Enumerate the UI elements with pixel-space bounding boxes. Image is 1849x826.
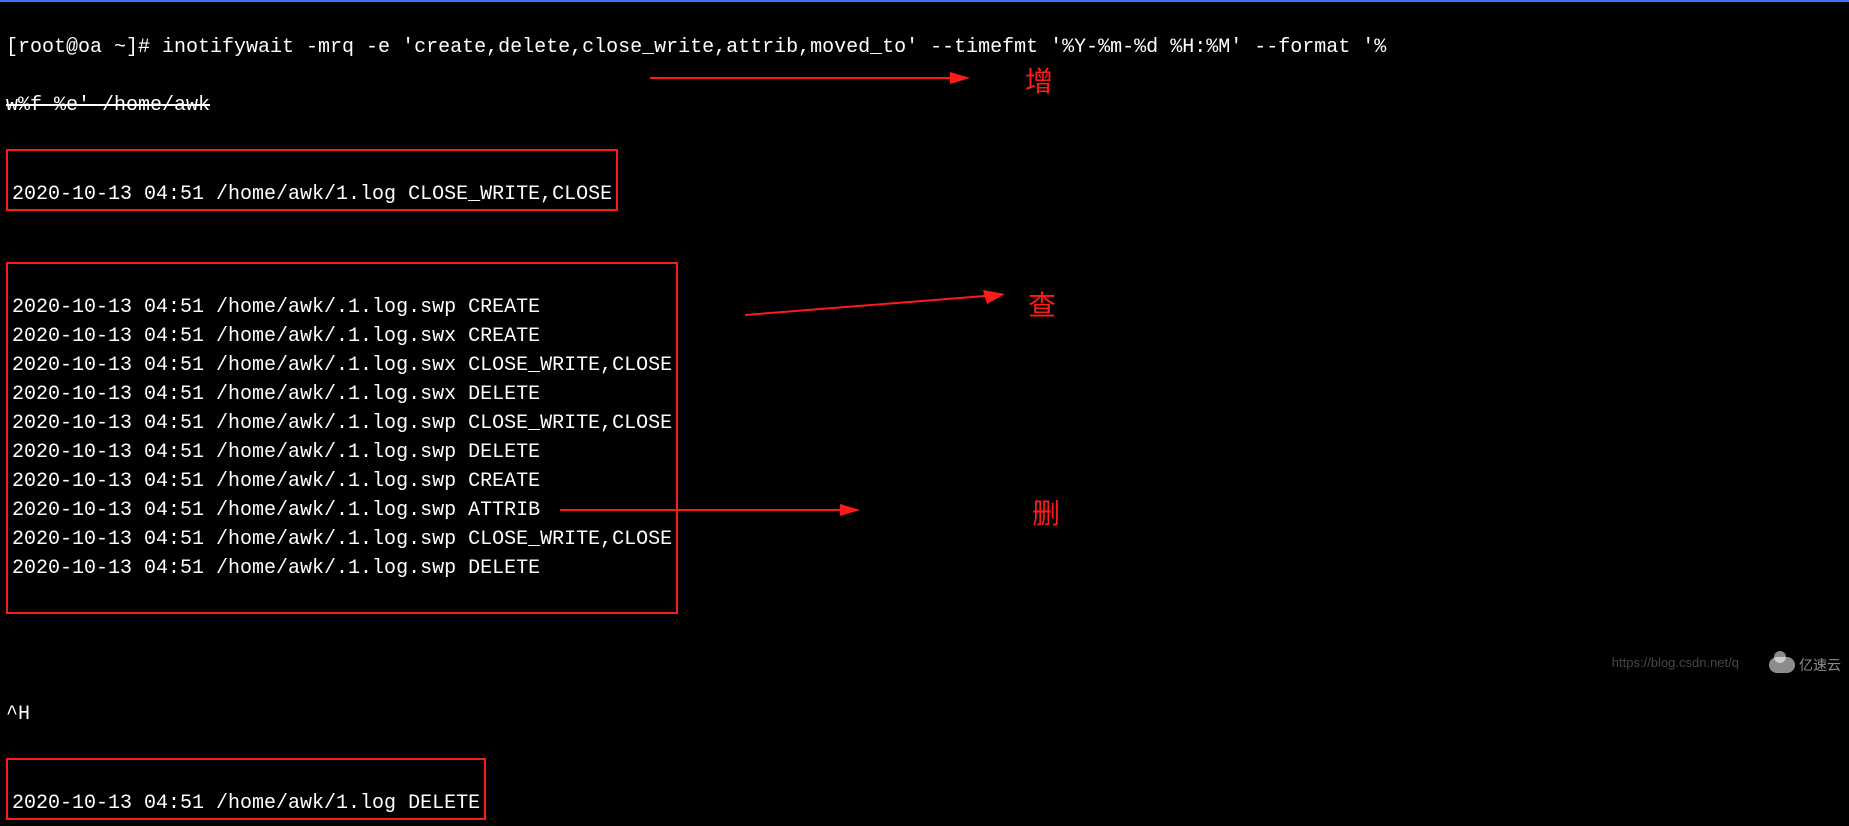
window-top-border xyxy=(0,0,1849,2)
ctrl-h-line: ^H xyxy=(6,700,1843,729)
box2-content: 2020-10-13 04:51 /home/awk/.1.log.swp CR… xyxy=(12,293,672,583)
watermark-url: https://blog.csdn.net/q xyxy=(1612,654,1739,673)
highlight-box-view: 2020-10-13 04:51 /home/awk/.1.log.swp CR… xyxy=(6,262,678,614)
annotation-delete: 删 xyxy=(1032,494,1060,535)
box1-content: 2020-10-13 04:51 /home/awk/1.log CLOSE_W… xyxy=(12,183,612,206)
arrow-to-view xyxy=(745,290,1005,320)
terminal-output: [root@oa ~]# inotifywait -mrq -e 'create… xyxy=(0,0,1849,826)
arrow-to-create xyxy=(650,68,970,88)
highlight-box-delete: 2020-10-13 04:51 /home/awk/1.log DELETE xyxy=(6,758,486,820)
annotation-create: 增 xyxy=(1025,62,1053,103)
annotation-view: 查 xyxy=(1028,286,1056,327)
cloud-icon xyxy=(1769,657,1795,673)
command-line-2: w%f %e' /home/awk xyxy=(6,91,1843,120)
watermark-brand-logo: 亿速云 xyxy=(1769,655,1841,675)
arrow-to-delete xyxy=(560,500,860,520)
box3-content: 2020-10-13 04:51 /home/awk/1.log DELETE xyxy=(12,792,480,815)
watermark-brand-text: 亿速云 xyxy=(1799,655,1841,675)
highlight-box-create: 2020-10-13 04:51 /home/awk/1.log CLOSE_W… xyxy=(6,149,618,211)
command-line-1: [root@oa ~]# inotifywait -mrq -e 'create… xyxy=(6,33,1843,62)
